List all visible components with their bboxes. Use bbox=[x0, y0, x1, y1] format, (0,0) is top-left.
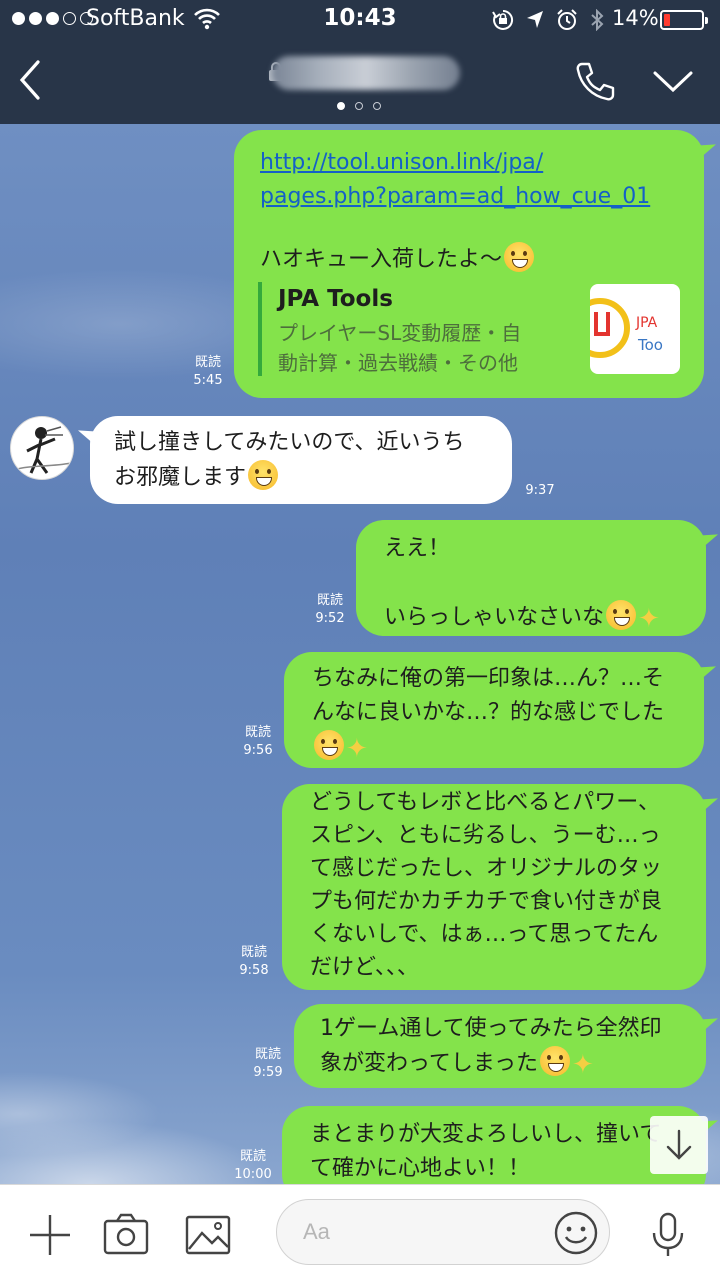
message-field[interactable] bbox=[276, 1199, 610, 1265]
chat-title[interactable] bbox=[272, 56, 460, 90]
grin-emoji bbox=[248, 460, 279, 490]
page-dot bbox=[337, 102, 345, 110]
chat-area[interactable]: 既読 5:45 http://tool.unison.link/jpa/ pag… bbox=[0, 124, 720, 1184]
preview-description: プレイヤーSL変動履歴・自 動計算・過去戦績・その他 bbox=[278, 318, 521, 378]
blush-emoji bbox=[314, 730, 344, 760]
message-bubble-outgoing[interactable]: ええ！ いらっしゃいなさいな ✦ bbox=[356, 520, 706, 636]
message-text: くないしで、はぁ…って思ってたん bbox=[310, 922, 659, 947]
plus-icon[interactable] bbox=[26, 1211, 74, 1259]
battery-percent: 14% bbox=[612, 6, 659, 30]
message-text: んなに良いかな…？的な感じでした bbox=[312, 700, 665, 725]
page-dot bbox=[373, 102, 381, 110]
avatar-image bbox=[16, 426, 72, 474]
page-dot bbox=[355, 102, 363, 110]
microphone-icon[interactable] bbox=[644, 1211, 692, 1259]
scroll-to-bottom-button[interactable] bbox=[650, 1116, 708, 1174]
thumbnail-text: Too bbox=[638, 336, 663, 354]
emoji-icon[interactable] bbox=[553, 1210, 599, 1256]
message-meta: 既読 9:56 bbox=[238, 724, 278, 760]
preview-accent-bar bbox=[258, 282, 262, 376]
alarm-icon bbox=[557, 9, 577, 30]
kiss-emoji bbox=[504, 242, 535, 272]
read-receipt: 既読 bbox=[194, 355, 221, 370]
message-text: どうしてもレボと比べるとパワー、 bbox=[310, 790, 661, 815]
nav-bar bbox=[0, 40, 720, 124]
message-meta: 既読 9:58 bbox=[234, 944, 274, 980]
message-meta: 9:37 bbox=[522, 482, 558, 500]
message-text: いらっしゃいなさいな bbox=[384, 605, 605, 630]
logo-bracket bbox=[594, 312, 610, 336]
message-time: 9:58 bbox=[239, 963, 269, 978]
top-bar: SoftBank 10:43 14% bbox=[0, 0, 720, 124]
message-text: まとまりが大変よろしいし、撞いて bbox=[310, 1122, 662, 1147]
arrow-down-icon bbox=[666, 1129, 692, 1160]
location-icon bbox=[527, 11, 543, 28]
sparkles-emoji: ✦ bbox=[638, 604, 660, 634]
link-preview[interactable]: JPA Tools プレイヤーSL変動履歴・自 動計算・過去戦績・その他 JPA… bbox=[258, 282, 682, 380]
sparkles-emoji: ✦ bbox=[346, 734, 368, 764]
message-text: スピン、ともに劣るし、うーむ…っ bbox=[310, 823, 661, 848]
message-bubble-outgoing[interactable]: ちなみに俺の第一印象は…ん？…そ んなに良いかな…？的な感じでした ✦ bbox=[284, 652, 704, 768]
message-bubble-incoming[interactable]: 試し撞きしてみたいので、近いうち お邪魔します bbox=[90, 416, 512, 504]
phone-icon[interactable] bbox=[572, 58, 618, 104]
sparkles-emoji: ✦ bbox=[572, 1050, 594, 1080]
read-receipt: 既読 bbox=[240, 945, 267, 960]
message-meta: 既読 5:45 bbox=[188, 354, 228, 390]
grin-emoji bbox=[540, 1046, 571, 1076]
message-bubble-outgoing[interactable]: どうしてもレボと比べるとパワー、 スピン、ともに劣るし、うーむ…っ て感じだった… bbox=[282, 784, 706, 990]
message-link[interactable]: pages.php?param=ad_how_cue_01 bbox=[260, 180, 650, 214]
preview-title: JPA Tools bbox=[278, 286, 393, 312]
message-text: ハオキュー入荷したよ〜 bbox=[260, 247, 503, 272]
chevron-down-icon[interactable] bbox=[652, 64, 694, 98]
input-bar bbox=[0, 1184, 720, 1280]
message-text: ちなみに俺の第一印象は…ん？…そ bbox=[312, 666, 665, 691]
battery-icon bbox=[660, 10, 708, 30]
message-text: ええ！ bbox=[384, 536, 451, 561]
message-meta: 既読 9:52 bbox=[310, 592, 350, 628]
message-text: 象が変わってしまった bbox=[320, 1051, 539, 1076]
avatar[interactable] bbox=[10, 416, 74, 480]
rotation-lock-icon bbox=[492, 9, 514, 30]
message-bubble-outgoing[interactable]: http://tool.unison.link/jpa/ pages.php?p… bbox=[234, 130, 704, 398]
message-text: て感じだったし、オリジナルのタッ bbox=[310, 856, 663, 881]
message-text: て確かに心地よい！！ bbox=[310, 1156, 531, 1181]
message-time: 9:52 bbox=[315, 611, 345, 626]
message-meta: 既読 10:00 bbox=[232, 1148, 274, 1184]
message-time: 9:37 bbox=[525, 483, 555, 498]
preview-description-line: 動計算・過去戦績・その他 bbox=[278, 351, 518, 375]
preview-thumbnail: JPA Too bbox=[590, 284, 680, 374]
message-text: プも何だかカチカチで食い付きが良 bbox=[310, 889, 663, 914]
message-time: 9:56 bbox=[243, 743, 273, 758]
read-receipt: 既読 bbox=[239, 1149, 266, 1164]
message-text: お邪魔します bbox=[114, 465, 247, 490]
image-icon[interactable] bbox=[184, 1211, 232, 1259]
message-time: 9:59 bbox=[253, 1065, 283, 1080]
camera-icon[interactable] bbox=[102, 1211, 150, 1259]
message-bubble-outgoing[interactable]: 1ゲーム通して使ってみたら全然印 象が変わってしまった ✦ bbox=[294, 1004, 706, 1088]
message-time: 10:00 bbox=[234, 1167, 272, 1182]
message-text: 試し撞きしてみたいので、近いうち bbox=[114, 430, 465, 455]
message-input[interactable] bbox=[303, 1214, 543, 1250]
back-icon[interactable] bbox=[12, 56, 52, 104]
message-time: 5:45 bbox=[193, 373, 223, 388]
read-receipt: 既読 bbox=[244, 725, 271, 740]
message-text: 1ゲーム通して使ってみたら全然印 bbox=[320, 1016, 662, 1041]
grin-emoji bbox=[606, 600, 637, 630]
message-bubble-outgoing[interactable]: まとまりが大変よろしいし、撞いて て確かに心地よい！！ bbox=[282, 1106, 706, 1184]
message-link[interactable]: http://tool.unison.link/jpa/ bbox=[260, 146, 650, 180]
message-text: だけど、、、 bbox=[310, 955, 419, 980]
page-indicator bbox=[337, 102, 381, 110]
read-receipt: 既読 bbox=[316, 593, 343, 608]
preview-description-line: プレイヤーSL変動履歴・自 bbox=[278, 321, 522, 345]
status-bar: SoftBank 10:43 14% bbox=[0, 0, 720, 40]
message-text bbox=[384, 566, 660, 600]
message-meta: 既読 9:59 bbox=[248, 1046, 288, 1082]
bluetooth-icon bbox=[591, 9, 604, 31]
read-receipt: 既読 bbox=[254, 1047, 281, 1062]
